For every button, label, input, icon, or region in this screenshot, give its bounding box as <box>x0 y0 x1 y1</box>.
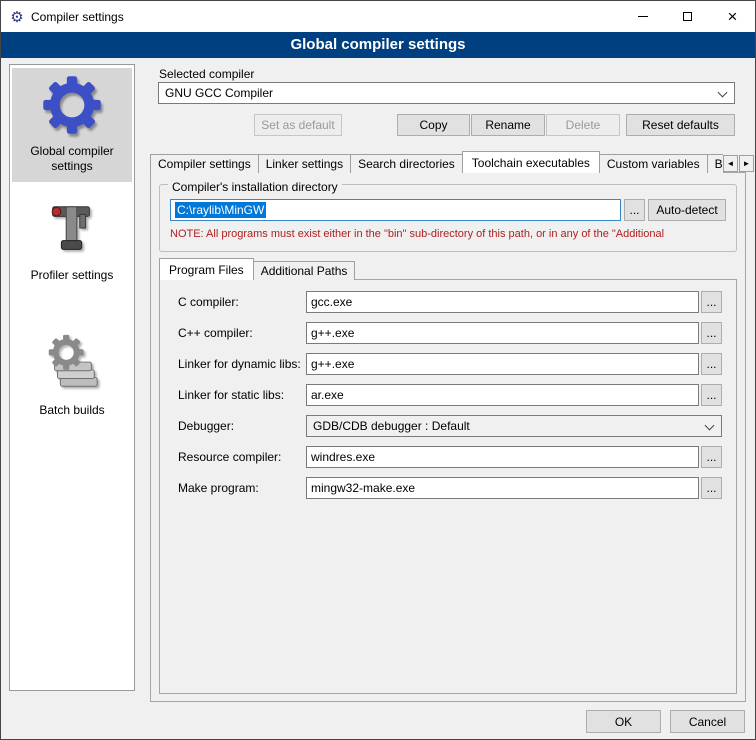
program-files-panel: C compiler: ... C++ compiler: ... Linker… <box>159 279 737 694</box>
close-icon: × <box>728 8 738 25</box>
field-label: C++ compiler: <box>178 326 306 340</box>
field-label: C compiler: <box>178 295 306 309</box>
c-compiler-browse-button[interactable]: ... <box>701 291 722 313</box>
resource-compiler-input[interactable] <box>306 446 699 468</box>
tab-build-options[interactable]: Buil <box>707 154 723 173</box>
sidebar-item-label: Profiler settings <box>31 268 114 283</box>
batch-builds-icon <box>41 333 103 395</box>
subtab-additional-paths[interactable]: Additional Paths <box>253 261 356 280</box>
resource-compiler-browse-button[interactable]: ... <box>701 446 722 468</box>
form-row-debugger: Debugger: GDB/CDB debugger : Default <box>178 415 722 437</box>
dynamic-libs-linker-input[interactable] <box>306 353 699 375</box>
sidebar-item-batch-builds[interactable]: Batch builds <box>12 327 132 426</box>
groupbox-title: Compiler's installation directory <box>168 180 342 194</box>
sidebar-item-label: Batch builds <box>39 403 104 418</box>
bin-subdirectory-note: NOTE: All programs must exist either in … <box>170 228 664 240</box>
minimize-button[interactable] <box>620 1 665 32</box>
form-row-static-linker: Linker for static libs: ... <box>178 384 722 406</box>
compiler-settings-dialog: ⚙ Compiler settings × Global compiler se… <box>0 0 756 740</box>
tab-search-directories[interactable]: Search directories <box>350 154 463 173</box>
field-label: Linker for dynamic libs: <box>178 357 306 371</box>
debugger-select-value: GDB/CDB debugger : Default <box>313 419 470 433</box>
static-libs-linker-browse-button[interactable]: ... <box>701 384 722 406</box>
tab-scroll-left-icon[interactable]: ◄ <box>723 155 738 172</box>
chevron-down-icon <box>705 421 715 431</box>
dialog-body: Global compiler settings Profiler settin… <box>1 58 755 740</box>
debugger-select[interactable]: GDB/CDB debugger : Default <box>306 415 722 437</box>
reset-defaults-button[interactable]: Reset defaults <box>626 114 735 136</box>
app-icon: ⚙ <box>9 8 25 26</box>
chevron-down-icon <box>718 88 728 98</box>
form-row-dynamic-linker: Linker for dynamic libs: ... <box>178 353 722 375</box>
dynamic-libs-linker-browse-button[interactable]: ... <box>701 353 722 375</box>
settings-tab-bar: Compiler settings Linker settings Search… <box>150 151 723 173</box>
form-row-cpp-compiler: C++ compiler: ... <box>178 322 722 344</box>
copy-button[interactable]: Copy <box>397 114 470 136</box>
sidebar-item-profiler-settings[interactable]: Profiler settings <box>12 192 132 291</box>
profiler-tool-icon <box>41 198 103 260</box>
cancel-button[interactable]: Cancel <box>670 710 745 733</box>
subtab-program-files[interactable]: Program Files <box>159 258 254 280</box>
auto-detect-button[interactable]: Auto-detect <box>648 199 726 221</box>
install-dir-selected-text: C:\raylib\MinGW <box>175 202 266 218</box>
category-sidebar: Global compiler settings Profiler settin… <box>9 64 135 691</box>
field-label: Linker for static libs: <box>178 388 306 402</box>
ok-button[interactable]: OK <box>586 710 661 733</box>
field-label: Make program: <box>178 481 306 495</box>
tab-compiler-settings[interactable]: Compiler settings <box>150 154 259 173</box>
c-compiler-input[interactable] <box>306 291 699 313</box>
maximize-icon <box>683 12 692 21</box>
executables-subtab-bar: Program Files Additional Paths <box>159 259 729 280</box>
form-row-c-compiler: C compiler: ... <box>178 291 722 313</box>
maximize-button[interactable] <box>665 1 710 32</box>
install-dir-input[interactable]: C:\raylib\MinGW <box>170 199 621 221</box>
cpp-compiler-browse-button[interactable]: ... <box>701 322 722 344</box>
field-label: Debugger: <box>178 419 306 433</box>
rename-button[interactable]: Rename <box>471 114 545 136</box>
form-row-make-program: Make program: ... <box>178 477 722 499</box>
window-title: Compiler settings <box>31 10 124 24</box>
installation-directory-group: Compiler's installation directory C:\ray… <box>159 177 737 253</box>
tab-custom-variables[interactable]: Custom variables <box>599 154 708 173</box>
title-bar: ⚙ Compiler settings × <box>1 1 755 32</box>
window-controls: × <box>620 1 755 32</box>
tab-toolchain-executables[interactable]: Toolchain executables <box>462 151 600 173</box>
tab-scroll-right-icon[interactable]: ► <box>739 155 754 172</box>
minimize-icon <box>638 16 648 17</box>
tab-linker-settings[interactable]: Linker settings <box>258 154 351 173</box>
sidebar-item-label: Global compiler settings <box>14 144 130 174</box>
delete-button: Delete <box>546 114 620 136</box>
page-title: Global compiler settings <box>1 32 755 58</box>
selected-compiler-label: Selected compiler <box>159 67 254 81</box>
cpp-compiler-input[interactable] <box>306 322 699 344</box>
compiler-select[interactable]: GNU GCC Compiler <box>158 82 735 104</box>
compiler-select-value: GNU GCC Compiler <box>165 86 273 100</box>
install-dir-browse-button[interactable]: ... <box>624 199 645 221</box>
static-libs-linker-input[interactable] <box>306 384 699 406</box>
blue-gear-icon <box>41 74 103 136</box>
installation-directory-row: C:\raylib\MinGW ... Auto-detect <box>170 199 726 221</box>
set-as-default-button: Set as default <box>254 114 342 136</box>
form-row-resource-compiler: Resource compiler: ... <box>178 446 722 468</box>
sidebar-item-global-compiler-settings[interactable]: Global compiler settings <box>12 68 132 182</box>
make-program-input[interactable] <box>306 477 699 499</box>
close-button[interactable]: × <box>710 1 755 32</box>
field-label: Resource compiler: <box>178 450 306 464</box>
make-program-browse-button[interactable]: ... <box>701 477 722 499</box>
toolchain-executables-panel: Compiler's installation directory C:\ray… <box>150 172 746 702</box>
